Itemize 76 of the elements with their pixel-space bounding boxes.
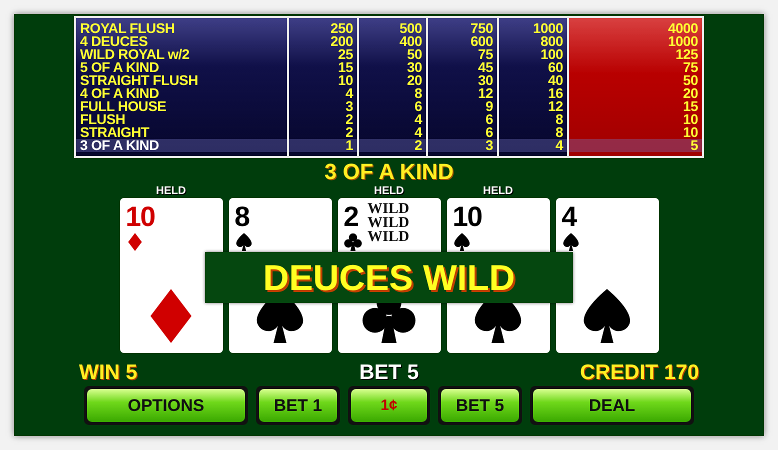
payout-value: 8 [414, 87, 423, 100]
payout-value: 10 [682, 126, 699, 139]
payout-value: 50 [407, 48, 423, 61]
payout-value: 40 [547, 74, 564, 87]
payout-value: 60 [548, 61, 564, 74]
payout-value: 500 [398, 22, 423, 35]
held-label: HELD [374, 185, 404, 197]
payout-value: 2 [344, 113, 354, 126]
payout-value: 200 [330, 35, 354, 48]
payout-value: 100 [540, 48, 564, 61]
payout-value: 1000 [532, 22, 564, 35]
payout-value: 2 [344, 126, 354, 139]
hand-name: STRAIGHT [79, 126, 150, 139]
payout-value: 4 [499, 139, 567, 152]
card-rank: 2 [344, 202, 358, 232]
held-label: HELD [483, 185, 513, 197]
payout-value: 8 [554, 126, 564, 139]
hand-name: 4 OF A KIND [79, 87, 159, 100]
payout-value: 10 [337, 74, 354, 87]
payout-value: 800 [540, 35, 564, 48]
hand-name: WILD ROYAL w/2 [79, 48, 190, 61]
payout-value: 6 [484, 113, 494, 126]
hand-name: STRAIGHT FLUSH [79, 74, 199, 87]
bet-amount: BET 5 [358, 361, 420, 385]
payout-value: 75 [683, 61, 699, 74]
hand-name: 5 OF A KIND [79, 61, 159, 74]
card-rank: 4 [562, 202, 576, 232]
hand-name: 3 OF A KIND [76, 139, 287, 152]
hand-name: FLUSH [79, 113, 126, 126]
hand-result: 3 OF A KIND [324, 158, 454, 184]
payout-value: 75 [478, 48, 494, 61]
payout-value: 25 [338, 48, 354, 61]
payout-value: 12 [547, 100, 564, 113]
payout-value: 30 [477, 74, 494, 87]
payout-value: 3 [428, 139, 497, 152]
wild-label: WILD [368, 202, 410, 216]
payout-value: 4 [414, 126, 424, 139]
hand-name: FULL HOUSE [79, 100, 168, 113]
payout-value: 400 [398, 35, 423, 48]
card-rank: 10 [452, 202, 482, 232]
payout-value: 30 [406, 61, 423, 74]
payout-value: 3 [344, 100, 354, 113]
card-rank: 10 [126, 202, 155, 232]
wild-label: WILD [368, 216, 410, 230]
held-label: HELD [156, 185, 186, 197]
payout-value: 6 [484, 126, 494, 139]
payout-value: 250 [330, 22, 354, 35]
payout-value: 2 [359, 139, 426, 152]
game-title-toast: DEUCES WILD [205, 252, 573, 303]
payout-value: 1000 [667, 35, 699, 48]
payout-value: 8 [554, 113, 564, 126]
payout-value: 45 [477, 61, 494, 74]
hand-name: 4 DEUCES [79, 35, 148, 48]
payout-value: 15 [337, 61, 354, 74]
credit-amount: CREDIT 170 [578, 361, 700, 385]
payout-value: 20 [406, 74, 423, 87]
payout-value: 4 [414, 113, 424, 126]
win-amount: WIN 5 [79, 361, 138, 385]
payout-value: 10 [682, 113, 699, 126]
payout-value: 750 [470, 22, 494, 35]
payout-value: 125 [676, 48, 699, 61]
payout-value: 15 [682, 100, 699, 113]
payout-value: 4 [346, 87, 354, 100]
payout-value: 16 [547, 87, 564, 100]
hand-name: ROYAL FLUSH [79, 22, 176, 35]
wild-label: WILD [368, 230, 410, 244]
payout-value: 1 [289, 139, 357, 152]
payout-value: 9 [484, 100, 494, 113]
payout-value: 20 [682, 87, 699, 100]
payout-value: 6 [414, 100, 423, 113]
card-rank: 8 [234, 202, 250, 232]
payout-value: 50 [682, 74, 699, 87]
payout-value: 600 [470, 35, 494, 48]
payout-value: 4000 [667, 22, 699, 35]
payout-value: 12 [477, 87, 494, 100]
payout-value: 5 [569, 139, 702, 152]
